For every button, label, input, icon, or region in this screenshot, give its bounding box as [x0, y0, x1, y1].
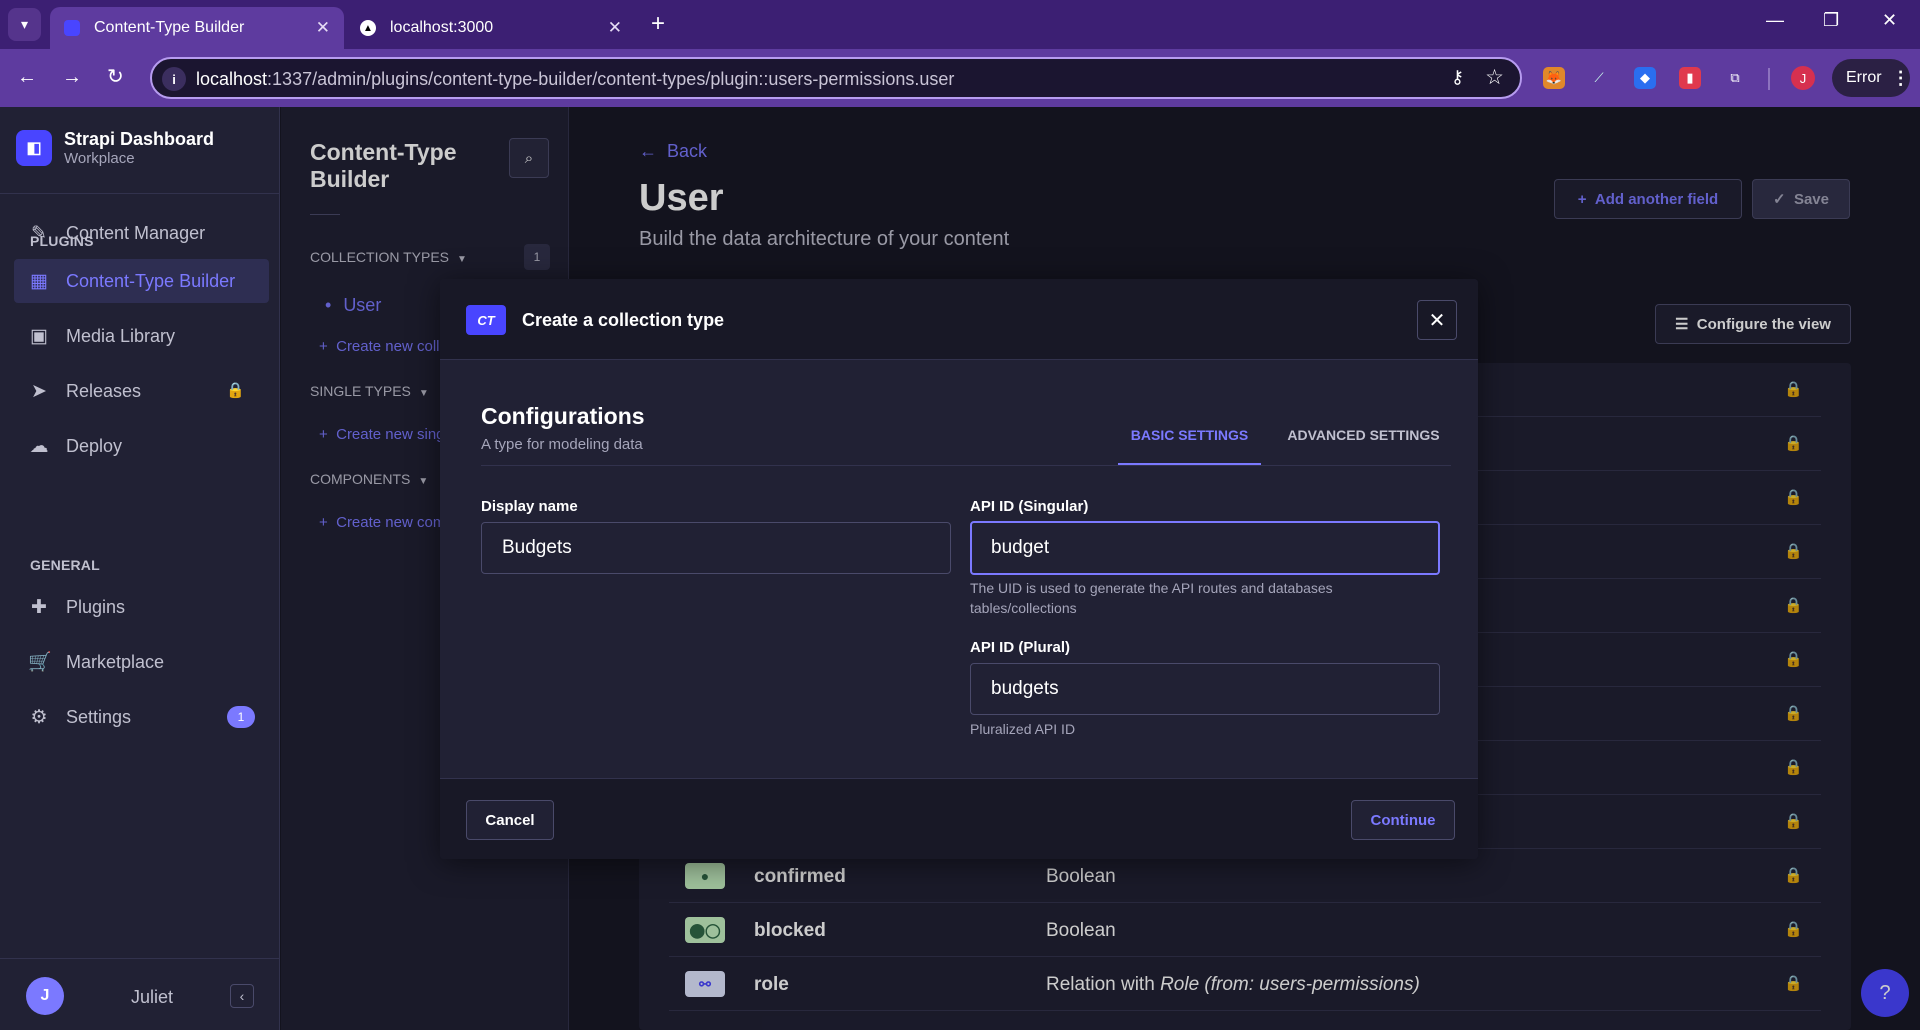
toolbar-divider [1768, 68, 1770, 90]
configurations-subtitle: A type for modeling data [481, 436, 643, 453]
close-tab-icon[interactable]: ✕ [608, 18, 622, 38]
cloud-icon: ☁ [29, 435, 49, 457]
close-window-icon[interactable]: ✕ [1882, 10, 1897, 31]
tab-title: localhost:3000 [390, 19, 494, 36]
restore-window-icon[interactable]: ❐ [1823, 10, 1839, 31]
tab-basic-settings[interactable]: BASIC SETTINGS [1118, 425, 1261, 465]
tab-search-menu-button[interactable]: ▾ [8, 8, 41, 41]
puzzle-icon: ✚ [31, 596, 47, 618]
display-name-field[interactable] [481, 522, 951, 574]
browser-toolbar: ← → ↻ i localhost:1337/admin/plugins/con… [0, 49, 1920, 107]
extensions-puzzle-icon[interactable]: ⧉ [1724, 67, 1746, 89]
strapi-logo-icon: ◧ [16, 130, 52, 166]
error-button[interactable]: Error ⋮ [1832, 59, 1910, 97]
nav-item-media-library[interactable]: ▣ Media Library [14, 314, 269, 358]
paper-plane-icon: ➤ [31, 380, 47, 402]
bookmark-star-icon[interactable]: ☆ [1485, 65, 1504, 90]
settings-badge: 1 [227, 706, 255, 728]
api-id-singular-hint: The UID is used to generate the API rout… [970, 580, 1333, 616]
nav-item-releases[interactable]: ➤ Releases 🔒 [14, 369, 269, 413]
nav-section-general: GENERAL [30, 557, 100, 573]
nav-item-content-type-builder[interactable]: ▦ Content-Type Builder [14, 259, 269, 303]
display-name-label: Display name [481, 498, 578, 515]
nav-footer-divider [0, 958, 280, 959]
nav-item-label: Marketplace [66, 651, 165, 672]
chart-extension-icon[interactable]: ⟋ [1588, 67, 1610, 89]
collection-type-badge: CT [466, 305, 506, 335]
fox-extension-icon[interactable]: 🦊 [1543, 67, 1565, 89]
profile-avatar[interactable]: J [1791, 66, 1815, 90]
new-tab-button[interactable]: + [651, 11, 665, 37]
collapse-nav-button[interactable]: ‹ [230, 984, 254, 1008]
workspace-brand: ◧ Strapi Dashboard Workplace [16, 129, 214, 167]
nav-item-label: Releases [66, 380, 142, 401]
gear-icon: ⚙ [30, 706, 48, 728]
back-arrow-icon[interactable]: ← [17, 66, 37, 88]
brand-subtitle: Workplace [64, 150, 135, 167]
api-id-plural-hint: Pluralized API ID [970, 721, 1076, 737]
close-icon[interactable]: ✕ [1417, 300, 1457, 340]
nav-section-plugins: PLUGINS [30, 233, 94, 249]
tab-localhost[interactable]: ▲ localhost:3000 ✕ [346, 7, 636, 49]
layout-icon: ▦ [30, 270, 48, 292]
api-id-plural-field[interactable] [970, 663, 1440, 715]
nav-item-label: Deploy [66, 435, 123, 456]
user-name[interactable]: Juliet [131, 987, 173, 1008]
close-tab-icon[interactable]: ✕ [316, 18, 330, 38]
tabs-divider [481, 465, 1451, 466]
strapi-favicon-icon [64, 20, 80, 36]
red-extension-icon[interactable]: ▮ [1679, 67, 1701, 89]
modal-title: Create a collection type [522, 310, 725, 330]
vercel-favicon-icon: ▲ [360, 20, 376, 36]
blue-extension-icon[interactable]: ◆ [1634, 67, 1656, 89]
nav-item-settings[interactable]: ⚙ Settings 1 [14, 695, 269, 739]
password-key-icon[interactable]: ⚷ [1451, 67, 1464, 88]
reload-icon[interactable]: ↻ [107, 66, 124, 88]
nav-divider [0, 193, 280, 194]
api-id-plural-label: API ID (Plural) [970, 639, 1071, 656]
nav-item-label: Content-Type Builder [66, 270, 236, 291]
address-bar[interactable]: i localhost:1337/admin/plugins/content-t… [150, 57, 1522, 99]
nav-item-plugins[interactable]: ✚ Plugins [14, 585, 269, 629]
tab-content-type-builder[interactable]: Content-Type Builder ✕ [50, 7, 344, 49]
lock-icon: 🔒 [226, 382, 245, 399]
user-avatar[interactable]: J [26, 977, 64, 1015]
site-info-icon[interactable]: i [162, 67, 186, 91]
api-id-singular-label: API ID (Singular) [970, 498, 1089, 515]
tab-advanced-settings[interactable]: ADVANCED SETTINGS [1276, 425, 1451, 465]
modal-header: CT Create a collection type ✕ [440, 279, 1478, 360]
cart-icon: 🛒 [28, 652, 52, 673]
brand-title: Strapi Dashboard [64, 129, 215, 149]
continue-button[interactable]: Continue [1351, 800, 1455, 840]
configurations-heading: Configurations [481, 403, 645, 429]
nav-item-label: Media Library [66, 325, 176, 346]
modal-footer: Cancel Continue [440, 778, 1478, 859]
url-text[interactable]: localhost:1337/admin/plugins/content-typ… [196, 69, 954, 90]
nav-item-deploy[interactable]: ☁ Deploy [14, 424, 269, 468]
nav-item-marketplace[interactable]: 🛒 Marketplace [14, 640, 269, 684]
forward-arrow-icon[interactable]: → [62, 66, 82, 88]
cancel-button[interactable]: Cancel [466, 800, 554, 840]
main-navigation: ◧ Strapi Dashboard Workplace ✎ Content M… [0, 107, 280, 1030]
browser-tab-bar: ▾ Content-Type Builder ✕ ▲ localhost:300… [0, 0, 1920, 49]
tab-title: Content-Type Builder [94, 19, 245, 36]
kebab-menu-icon: ⋮ [1891, 67, 1910, 88]
minimize-window-icon[interactable]: — [1766, 10, 1784, 31]
nav-item-label: Plugins [66, 596, 126, 617]
image-icon: ▣ [30, 325, 48, 347]
nav-item-label: Settings [66, 706, 132, 727]
create-collection-type-modal: CT Create a collection type ✕ Configurat… [440, 279, 1478, 859]
api-id-singular-field[interactable] [970, 521, 1440, 575]
